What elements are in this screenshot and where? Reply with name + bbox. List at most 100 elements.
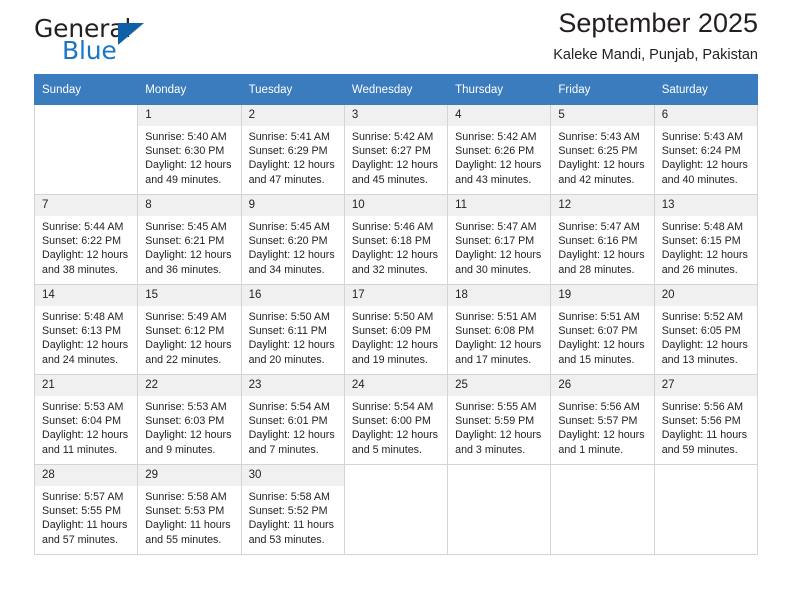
day-cell-inner: 25 Sunrise: 5:55 AM Sunset: 5:59 PM Dayligh… — [448, 375, 551, 464]
calendar-day-cell[interactable]: 24 Sunrise: 5:54 AM Sunset: 6:00 PM Dayligh… — [343, 374, 449, 465]
sunset-text: Sunset: 6:03 PM — [145, 415, 225, 428]
calendar-day-cell[interactable]: 8 Sunrise: 5:45 AM Sunset: 6:21 PM Daylight… — [137, 194, 242, 285]
calendar-day-cell[interactable]: 18 Sunrise: 5:51 AM Sunset: 6:08 PM Dayligh… — [447, 284, 552, 375]
calendar-day-cell[interactable]: 3 Sunrise: 5:42 AM Sunset: 6:27 PM Daylight… — [343, 104, 449, 195]
sunset-text: Sunset: 6:00 PM — [351, 415, 431, 428]
calendar-day-cell[interactable]: 19 Sunrise: 5:51 AM Sunset: 6:07 PM Dayligh… — [550, 284, 655, 375]
sunrise-text: Sunrise: 5:57 AM — [42, 491, 124, 503]
sunrise-text: Sunrise: 5:56 AM — [558, 401, 640, 413]
day-details: Sunrise: 5:49 AM Sunset: 6:12 PM Daylight:… — [138, 306, 240, 367]
day-number: 3 — [344, 105, 448, 126]
sunset-text: Sunset: 5:57 PM — [558, 415, 638, 428]
calendar-day-cell[interactable]: 14 Sunrise: 5:48 AM Sunset: 6:13 PM Dayligh… — [33, 284, 139, 375]
day-details: Sunrise: 5:41 AM Sunset: 6:29 PM Daylight:… — [242, 126, 344, 187]
page-subtitle: Kaleke Mandi, Punjab, Pakistan — [553, 47, 758, 64]
calendar-day-cell[interactable]: 16 Sunrise: 5:50 AM Sunset: 6:11 PM Dayligh… — [240, 284, 345, 375]
calendar-day-cell[interactable]: 21 Sunrise: 5:53 AM Sunset: 6:04 PM Dayligh… — [33, 374, 139, 465]
daylight-text-line1: Daylight: 11 hours — [661, 429, 748, 442]
day-cell-inner: 26 Sunrise: 5:56 AM Sunset: 5:57 PM Dayligh… — [551, 375, 654, 464]
day-details: Sunrise: 5:50 AM Sunset: 6:09 PM Daylight:… — [345, 306, 447, 367]
sunrise-text: Sunrise: 5:53 AM — [145, 401, 227, 413]
daylight-text-line1: Daylight: 12 hours — [558, 249, 645, 262]
day-details: Sunrise: 5:54 AM Sunset: 6:01 PM Daylight:… — [242, 396, 344, 457]
daylight-text-line1: Daylight: 12 hours — [661, 159, 748, 172]
day-details: Sunrise: 5:44 AM Sunset: 6:22 PM Daylight:… — [35, 216, 137, 277]
day-cell-inner: 20 Sunrise: 5:52 AM Sunset: 6:05 PM Dayligh… — [654, 285, 757, 374]
sunset-text: Sunset: 6:25 PM — [558, 145, 638, 158]
calendar-day-cell[interactable]: 1 Sunrise: 5:40 AM Sunset: 6:30 PM Daylight… — [137, 104, 242, 195]
calendar-day-cell[interactable]: 20 Sunrise: 5:52 AM Sunset: 6:05 PM Dayligh… — [653, 284, 759, 375]
daylight-text-line1: Daylight: 12 hours — [558, 429, 645, 442]
sunrise-text: Sunrise: 5:52 AM — [661, 311, 744, 323]
daylight-text-line1: Daylight: 12 hours — [145, 429, 232, 442]
sunrise-text: Sunrise: 5:47 AM — [558, 221, 640, 233]
daylight-text-line1: Daylight: 12 hours — [145, 159, 232, 172]
day-number: 28 — [35, 465, 138, 486]
calendar-day-cell[interactable]: 4 Sunrise: 5:42 AM Sunset: 6:26 PM Daylight… — [447, 104, 552, 195]
daylight-text-line1: Daylight: 12 hours — [351, 249, 438, 262]
calendar-day-cell[interactable]: 12 Sunrise: 5:47 AM Sunset: 6:16 PM Dayligh… — [550, 194, 655, 285]
day-number: 29 — [138, 465, 241, 486]
sunset-text: Sunset: 6:01 PM — [248, 415, 328, 428]
day-number: 13 — [654, 195, 757, 216]
calendar-day-cell[interactable]: 28 Sunrise: 5:57 AM Sunset: 5:55 PM Dayligh… — [33, 464, 139, 555]
day-number: 5 — [551, 105, 654, 126]
day-cell-inner: 12 Sunrise: 5:47 AM Sunset: 6:16 PM Dayligh… — [551, 195, 654, 284]
calendar-day-cell[interactable]: 10 Sunrise: 5:46 AM Sunset: 6:18 PM Dayligh… — [343, 194, 449, 285]
day-details: Sunrise: 5:54 AM Sunset: 6:00 PM Daylight:… — [345, 396, 447, 457]
daylight-text-line1: Daylight: 12 hours — [248, 249, 335, 262]
triangle-icon — [118, 23, 144, 45]
calendar-day-cell[interactable]: 6 Sunrise: 5:43 AM Sunset: 6:24 PM Daylight… — [653, 104, 759, 195]
day-details: Sunrise: 5:50 AM Sunset: 6:11 PM Daylight:… — [242, 306, 344, 367]
daylight-text-line1: Daylight: 12 hours — [455, 159, 542, 172]
day-cell-inner: 15 Sunrise: 5:49 AM Sunset: 6:12 PM Dayligh… — [138, 285, 241, 374]
sunrise-text: Sunrise: 5:54 AM — [248, 401, 330, 413]
calendar-day-cell[interactable]: 22 Sunrise: 5:53 AM Sunset: 6:03 PM Dayligh… — [137, 374, 242, 465]
calendar-day-cell[interactable]: 15 Sunrise: 5:49 AM Sunset: 6:12 PM Dayligh… — [137, 284, 242, 375]
daylight-text-line1: Daylight: 12 hours — [42, 249, 129, 262]
calendar-day-cell[interactable]: 25 Sunrise: 5:55 AM Sunset: 5:59 PM Dayligh… — [447, 374, 552, 465]
sunrise-text: Sunrise: 5:45 AM — [248, 221, 330, 233]
calendar-day-cell[interactable]: 7 Sunrise: 5:44 AM Sunset: 6:22 PM Daylight… — [33, 194, 139, 285]
day-details: Sunrise: 5:42 AM Sunset: 6:27 PM Daylight:… — [345, 126, 447, 187]
calendar-body: 1 Sunrise: 5:40 AM Sunset: 6:30 PM Daylight… — [33, 104, 759, 555]
sunrise-text: Sunrise: 5:43 AM — [558, 131, 640, 143]
day-details: Sunrise: 5:51 AM Sunset: 6:07 PM Daylight:… — [551, 306, 653, 367]
daylight-text-line2: and 34 minutes. — [248, 263, 325, 276]
weekday-header-row: Sunday Monday Tuesday Wednesday Thursday… — [33, 74, 759, 105]
daylight-text-line2: and 22 minutes. — [145, 353, 222, 366]
calendar-day-cell[interactable]: 17 Sunrise: 5:50 AM Sunset: 6:09 PM Dayligh… — [343, 284, 449, 375]
calendar-day-cell[interactable]: 30 Sunrise: 5:58 AM Sunset: 5:52 PM Dayligh… — [240, 464, 345, 555]
day-number: 26 — [551, 375, 654, 396]
sunrise-text: Sunrise: 5:44 AM — [42, 221, 124, 233]
sunset-text: Sunset: 5:59 PM — [455, 415, 535, 428]
daylight-text-line1: Daylight: 11 hours — [42, 519, 128, 532]
daylight-text-line1: Daylight: 12 hours — [42, 339, 129, 352]
calendar-day-cell[interactable]: 13 Sunrise: 5:48 AM Sunset: 6:15 PM Dayligh… — [653, 194, 759, 285]
calendar-day-cell[interactable]: 5 Sunrise: 5:43 AM Sunset: 6:25 PM Daylight… — [550, 104, 655, 195]
calendar-week-row: 7 Sunrise: 5:44 AM Sunset: 6:22 PM Daylight… — [33, 194, 759, 285]
day-details: Sunrise: 5:58 AM Sunset: 5:52 PM Daylight:… — [242, 486, 344, 547]
day-cell-inner: 14 Sunrise: 5:48 AM Sunset: 6:13 PM Dayligh… — [35, 285, 138, 374]
general-blue-logo[interactable]: General Blue — [34, 14, 224, 66]
day-cell-inner: 29 Sunrise: 5:58 AM Sunset: 5:53 PM Dayligh… — [138, 465, 241, 554]
calendar-day-cell[interactable]: 29 Sunrise: 5:58 AM Sunset: 5:53 PM Dayligh… — [137, 464, 242, 555]
day-number: 15 — [138, 285, 241, 306]
day-cell-inner: 5 Sunrise: 5:43 AM Sunset: 6:25 PM Daylight… — [551, 105, 654, 194]
day-number: 27 — [654, 375, 757, 396]
weekday-header-tuesday: Tuesday — [240, 74, 345, 105]
day-number: 23 — [241, 375, 344, 396]
calendar-day-cell[interactable]: 27 Sunrise: 5:56 AM Sunset: 5:56 PM Dayligh… — [653, 374, 759, 465]
calendar-day-cell[interactable]: 2 Sunrise: 5:41 AM Sunset: 6:29 PM Daylight… — [240, 104, 345, 195]
calendar-day-cell[interactable]: 26 Sunrise: 5:56 AM Sunset: 5:57 PM Dayligh… — [550, 374, 655, 465]
sunset-text: Sunset: 6:08 PM — [455, 325, 535, 338]
day-cell-inner: 3 Sunrise: 5:42 AM Sunset: 6:27 PM Daylight… — [344, 105, 448, 194]
day-number: 16 — [241, 285, 344, 306]
calendar-day-cell[interactable]: 23 Sunrise: 5:54 AM Sunset: 6:01 PM Dayligh… — [240, 374, 345, 465]
day-cell-inner: 22 Sunrise: 5:53 AM Sunset: 6:03 PM Dayligh… — [138, 375, 241, 464]
sunset-text: Sunset: 5:52 PM — [248, 505, 328, 518]
sunset-text: Sunset: 6:30 PM — [145, 145, 225, 158]
calendar-day-cell[interactable]: 11 Sunrise: 5:47 AM Sunset: 6:17 PM Dayligh… — [447, 194, 552, 285]
calendar-cell-empty — [447, 464, 552, 555]
calendar-day-cell[interactable]: 9 Sunrise: 5:45 AM Sunset: 6:20 PM Daylight… — [240, 194, 345, 285]
